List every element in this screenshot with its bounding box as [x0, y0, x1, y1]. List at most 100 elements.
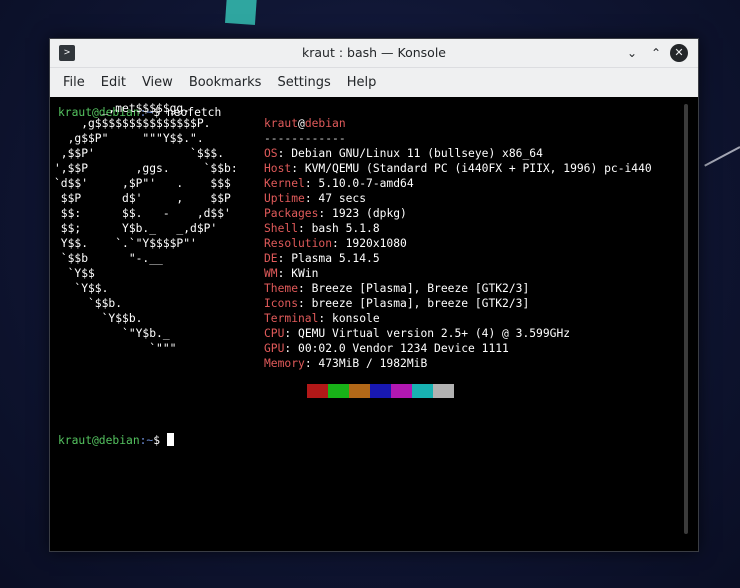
info-value: KWin [291, 267, 319, 280]
menubar: File Edit View Bookmarks Settings Help [50, 68, 698, 97]
info-separator: : [277, 147, 292, 160]
info-key: Shell [264, 222, 299, 235]
wallpaper-teal-shape [224, 0, 258, 26]
info-key: Icons [264, 297, 299, 310]
info-value: 1920x1080 [345, 237, 407, 250]
logo-line: ,$$P' `$$$. [54, 147, 225, 160]
info-key: Theme [264, 282, 299, 295]
info-separator: : [284, 342, 299, 355]
info-row: GPU: 00:02.0 Vendor 1234 Device 1111 [264, 341, 652, 356]
menu-settings[interactable]: Settings [269, 68, 338, 97]
palette-swatch [391, 384, 412, 398]
info-separator: : [304, 192, 319, 205]
info-separator: : [298, 297, 312, 310]
info-key: Resolution [264, 237, 333, 250]
menu-view[interactable]: View [134, 68, 181, 97]
info-row: Uptime: 47 secs [264, 191, 652, 206]
info-lines: OS: Debian GNU/Linux 11 (bullseye) x86_6… [264, 146, 652, 371]
info-value: 47 secs [318, 192, 367, 205]
terminal-area[interactable]: kraut@debian:~$ neofetch _,met$$$$$gg. ,… [50, 97, 698, 551]
menu-file[interactable]: File [55, 68, 93, 97]
info-value: QEMU Virtual version 2.5+ (4) @ 3.599GHz [298, 327, 571, 340]
info-value: KVM/QEMU (Standard PC (i440FX + PIIX, 19… [304, 162, 652, 175]
logo-line: `$$b. [54, 297, 123, 310]
logo-line: ,g$$$$$$$$$$$$$$$P. [54, 117, 211, 130]
info-separator: : [277, 252, 292, 265]
prompt-user-host: kraut@debian [58, 434, 140, 447]
logo-line: `d$$' ,$P"' . $$$ [54, 177, 231, 190]
info-row: Terminal: konsole [264, 311, 652, 326]
info-host: debian [304, 117, 346, 130]
palette-swatch [286, 384, 307, 398]
konsole-window: > kraut : bash — Konsole ⌄ ⌃ ✕ File Edit… [49, 38, 699, 552]
info-value: 1923 (dpkg) [332, 207, 407, 220]
logo-line: _,met$$$$$gg. [54, 102, 191, 115]
logo-line: $$: $$. - ,d$$' [54, 207, 231, 220]
logo-line: `""" [54, 342, 177, 355]
palette-swatch [328, 384, 349, 398]
logo-line: `Y$$. [54, 282, 109, 295]
info-separator: : [298, 282, 312, 295]
info-user: kraut [264, 117, 299, 130]
window-title: kraut : bash — Konsole [302, 45, 446, 60]
text-cursor [166, 433, 174, 446]
info-key: Host [264, 162, 292, 175]
info-row: CPU: QEMU Virtual version 2.5+ (4) @ 3.5… [264, 326, 652, 341]
info-separator: : [284, 327, 299, 340]
logo-line: $$P d$' , $$P [54, 192, 231, 205]
close-icon[interactable]: ✕ [670, 44, 688, 62]
logo-line: `Y$$ [54, 267, 95, 280]
info-key: Memory [264, 357, 305, 370]
palette-swatch [307, 384, 328, 398]
info-separator: : [291, 162, 305, 175]
info-key: OS [264, 147, 278, 160]
info-separator: : [318, 207, 333, 220]
info-row: Packages: 1923 (dpkg) [264, 206, 652, 221]
palette-swatch [412, 384, 433, 398]
info-value: bash 5.1.8 [311, 222, 380, 235]
minimize-icon[interactable]: ⌄ [623, 44, 641, 62]
info-value: 473MiB / 1982MiB [318, 357, 428, 370]
system-info: kraut@debian ------------ OS: Debian GNU… [264, 116, 652, 371]
palette-swatch [370, 384, 391, 398]
info-separator: : [304, 177, 319, 190]
info-header: kraut@debian [264, 116, 652, 131]
info-key: Uptime [264, 192, 305, 205]
info-value: Plasma 5.14.5 [291, 252, 380, 265]
info-separator: : [318, 312, 333, 325]
info-separator: : [277, 267, 292, 280]
wallpaper-line [704, 146, 740, 167]
info-key: GPU [264, 342, 285, 355]
info-key: Kernel [264, 177, 305, 190]
scrollbar[interactable] [684, 104, 688, 534]
prompt-symbol: $ [153, 434, 161, 447]
info-key: Packages [264, 207, 319, 220]
info-row: WM: KWin [264, 266, 652, 281]
info-row: Theme: Breeze [Plasma], Breeze [GTK2/3] [264, 281, 652, 296]
current-prompt: kraut@debian:~$ [54, 429, 174, 448]
prompt-path: :~ [139, 434, 154, 447]
menu-edit[interactable]: Edit [93, 68, 134, 97]
info-separator: : [332, 237, 346, 250]
menu-help[interactable]: Help [339, 68, 385, 97]
maximize-icon[interactable]: ⌃ [647, 44, 665, 62]
info-underline: ------------ [264, 132, 346, 145]
logo-line: `Y$$b. [54, 312, 143, 325]
info-row: OS: Debian GNU/Linux 11 (bullseye) x86_6… [264, 146, 652, 161]
logo-line: ',$$P ,ggs. `$$b: [54, 162, 238, 175]
info-key: DE [264, 252, 278, 265]
menu-bookmarks[interactable]: Bookmarks [181, 68, 270, 97]
palette-swatch [349, 384, 370, 398]
info-key: Terminal [264, 312, 319, 325]
info-at: @ [298, 117, 305, 130]
info-value: Debian GNU/Linux 11 (bullseye) x86_64 [291, 147, 543, 160]
info-row: DE: Plasma 5.14.5 [264, 251, 652, 266]
titlebar[interactable]: > kraut : bash — Konsole ⌄ ⌃ ✕ [50, 39, 698, 68]
color-palette [286, 384, 454, 398]
info-row: Host: KVM/QEMU (Standard PC (i440FX + PI… [264, 161, 652, 176]
logo-line: Y$$. `.`"Y$$$$P"' [54, 237, 197, 250]
palette-swatch [433, 384, 454, 398]
info-key: CPU [264, 327, 285, 340]
info-value: 5.10.0-7-amd64 [318, 177, 414, 190]
logo-line: ,g$$P" """Y$$.". [54, 132, 204, 145]
